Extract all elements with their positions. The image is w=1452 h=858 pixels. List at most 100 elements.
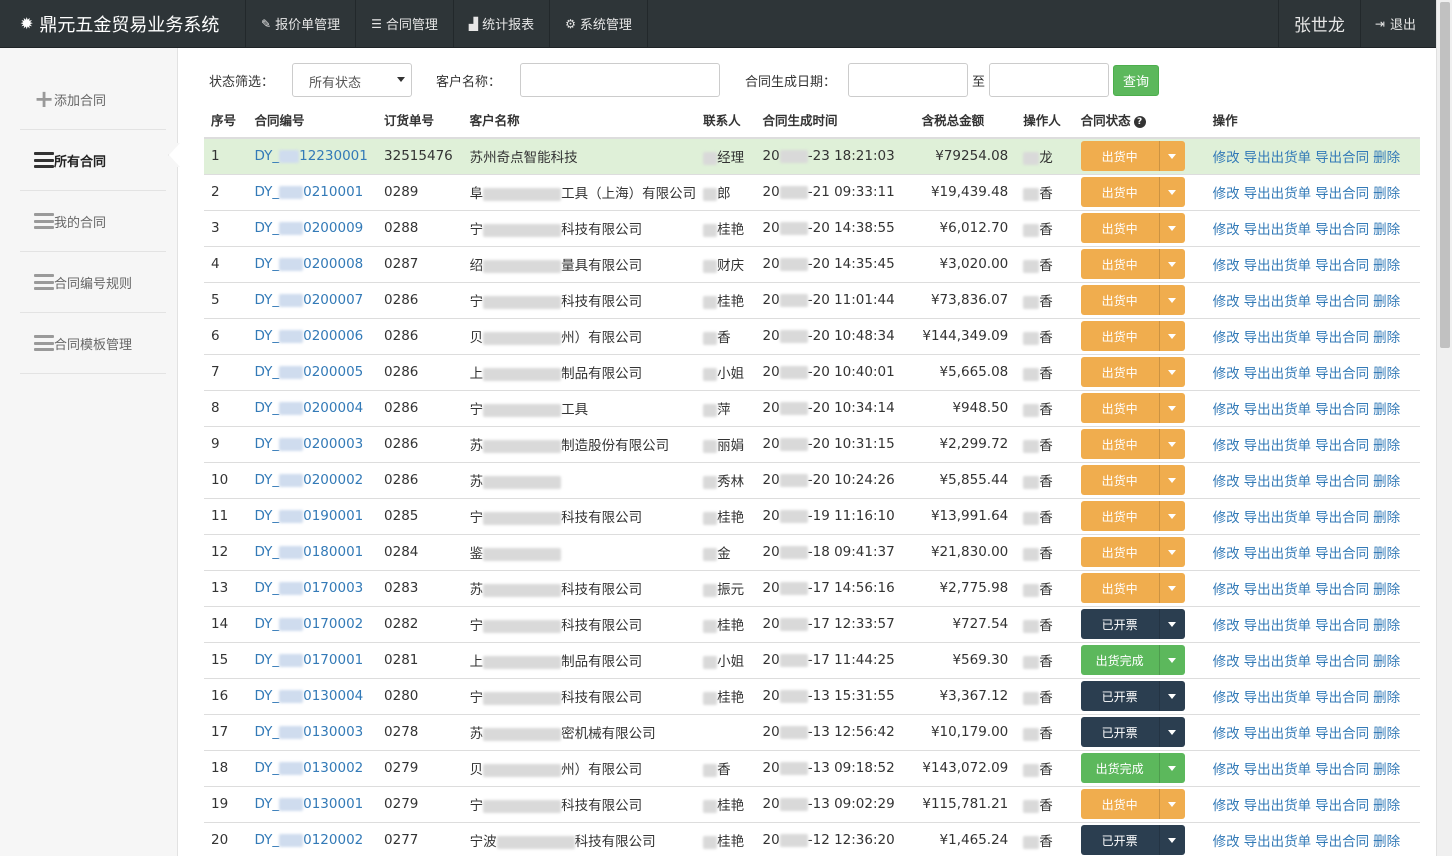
delete-link[interactable]: 删除: [1373, 762, 1400, 778]
export-delivery-link[interactable]: 导出出货单: [1244, 654, 1312, 670]
delete-link[interactable]: 删除: [1373, 834, 1400, 850]
export-delivery-link[interactable]: 导出出货单: [1244, 222, 1312, 238]
table-row[interactable]: 17 DY_ 0130003 0278 苏 密机械有限公司 20 -13 12:56:42 ¥1…: [204, 713, 1420, 750]
delete-link[interactable]: 删除: [1373, 618, 1400, 634]
cell-code[interactable]: DY_ 0190001: [247, 497, 378, 534]
contract-code-link[interactable]: DY_ 0130004: [254, 688, 363, 704]
table-row[interactable]: 19 DY_ 0130001 0279 宁 科技有限公司 桂艳 20 -13 09:02:29 ¥…: [204, 785, 1420, 822]
delete-link[interactable]: 删除: [1373, 366, 1400, 382]
table-row[interactable]: 14 DY_ 0170002 0282 宁 科技有限公司 桂艳 20 -17 12:33:57 ¥…: [204, 605, 1420, 642]
export-contract-link[interactable]: 导出合同: [1315, 294, 1369, 310]
nav-quotes[interactable]: ✎ 报价单管理: [246, 0, 357, 47]
caret-down-icon[interactable]: [1158, 429, 1185, 459]
delete-link[interactable]: 删除: [1373, 582, 1400, 598]
export-contract-link[interactable]: 导出合同: [1315, 798, 1369, 814]
table-row[interactable]: 18 DY_ 0130002 0279 贝 州）有限公司 香 20 -13 09:18:52 ¥1…: [204, 749, 1420, 786]
edit-link[interactable]: 修改: [1213, 834, 1240, 850]
edit-link[interactable]: 修改: [1213, 510, 1240, 526]
export-delivery-link[interactable]: 导出出货单: [1244, 510, 1312, 526]
cell-code[interactable]: DY_ 0170002: [247, 605, 378, 642]
delete-link[interactable]: 删除: [1373, 726, 1400, 742]
cell-code[interactable]: DY_ 0210001: [247, 173, 378, 210]
status-select[interactable]: 所有状态: [292, 63, 412, 97]
delete-link[interactable]: 删除: [1373, 654, 1400, 670]
edit-link[interactable]: 修改: [1213, 294, 1240, 310]
cell-code[interactable]: DY_ 0200003: [247, 425, 378, 462]
cell-code[interactable]: DY_ 0200005: [247, 353, 378, 390]
table-row[interactable]: 5 DY_ 0200007 0286 宁 科技有限公司 桂艳 20 -20 11:01:44 ¥7…: [204, 281, 1420, 318]
export-contract-link[interactable]: 导出合同: [1315, 366, 1369, 382]
status-dropdown-button[interactable]: 出货中: [1080, 465, 1185, 495]
caret-down-icon[interactable]: [1158, 393, 1185, 423]
caret-down-icon[interactable]: [1158, 609, 1185, 639]
table-row[interactable]: 20 DY_ 0120002 0277 宁波 科技有限公司 桂艳 20 -12 12:36:20…: [204, 821, 1420, 858]
contract-code-link[interactable]: DY_ 0120002: [254, 832, 363, 848]
status-dropdown-button[interactable]: 出货完成: [1080, 645, 1185, 675]
edit-link[interactable]: 修改: [1213, 402, 1240, 418]
table-row[interactable]: 12 DY_ 0180001 0284 鉴 金 20 -18 09:41:37 ¥21,830.…: [204, 533, 1420, 570]
cell-code[interactable]: DY_ 0200007: [247, 281, 378, 318]
status-dropdown-button[interactable]: 出货中: [1080, 213, 1185, 243]
cell-code[interactable]: DY_ 0180001: [247, 533, 378, 570]
status-dropdown-button[interactable]: 出货中: [1080, 429, 1185, 459]
nav-reports[interactable]: ▟ 统计报表: [454, 0, 551, 47]
export-delivery-link[interactable]: 导出出货单: [1244, 690, 1312, 706]
contract-code-link[interactable]: DY_ 0200007: [254, 292, 363, 308]
user-name[interactable]: 张世龙: [1277, 0, 1361, 47]
cell-code[interactable]: DY_ 0200002: [247, 461, 378, 498]
export-delivery-link[interactable]: 导出出货单: [1244, 330, 1312, 346]
status-dropdown-button[interactable]: 出货中: [1080, 285, 1185, 315]
table-row[interactable]: 2 DY_ 0210001 0289 阜 工具（上海）有限公司 郎 20 -21 09:33:1…: [204, 173, 1420, 210]
caret-down-icon[interactable]: [1158, 681, 1185, 711]
export-delivery-link[interactable]: 导出出货单: [1244, 582, 1312, 598]
sidebar-item-number-rules[interactable]: 合同编号规则: [20, 252, 166, 313]
edit-link[interactable]: 修改: [1213, 222, 1240, 238]
edit-link[interactable]: 修改: [1213, 150, 1240, 166]
contract-code-link[interactable]: DY_ 0130001: [254, 796, 363, 812]
sidebar-item-all-contracts[interactable]: 所有合同: [20, 130, 166, 191]
logout-button[interactable]: ⇥ 退出: [1361, 0, 1436, 47]
export-contract-link[interactable]: 导出合同: [1315, 762, 1369, 778]
query-button[interactable]: 查询: [1113, 65, 1159, 96]
export-delivery-link[interactable]: 导出出货单: [1244, 726, 1312, 742]
edit-link[interactable]: 修改: [1213, 618, 1240, 634]
export-contract-link[interactable]: 导出合同: [1315, 222, 1369, 238]
export-contract-link[interactable]: 导出合同: [1315, 402, 1369, 418]
export-contract-link[interactable]: 导出合同: [1315, 546, 1369, 562]
export-delivery-link[interactable]: 导出出货单: [1244, 762, 1312, 778]
delete-link[interactable]: 删除: [1373, 222, 1400, 238]
delete-link[interactable]: 删除: [1373, 474, 1400, 490]
edit-link[interactable]: 修改: [1213, 258, 1240, 274]
export-contract-link[interactable]: 导出合同: [1315, 654, 1369, 670]
date-to-input[interactable]: [989, 63, 1109, 97]
caret-down-icon[interactable]: [1158, 789, 1185, 819]
status-dropdown-button[interactable]: 出货中: [1080, 573, 1185, 603]
export-delivery-link[interactable]: 导出出货单: [1244, 474, 1312, 490]
export-contract-link[interactable]: 导出合同: [1315, 582, 1369, 598]
edit-link[interactable]: 修改: [1213, 366, 1240, 382]
cell-code[interactable]: DY_ 0120002: [247, 821, 378, 858]
export-delivery-link[interactable]: 导出出货单: [1244, 438, 1312, 454]
sidebar-item-add-contract[interactable]: + 添加合同: [20, 69, 166, 130]
cell-code[interactable]: DY_ 0170001: [247, 641, 378, 678]
caret-down-icon[interactable]: [1158, 717, 1185, 747]
status-dropdown-button[interactable]: 已开票: [1080, 825, 1185, 856]
delete-link[interactable]: 删除: [1373, 402, 1400, 418]
sidebar-item-my-contracts[interactable]: 我的合同: [20, 191, 166, 252]
caret-down-icon[interactable]: [1158, 465, 1185, 495]
edit-link[interactable]: 修改: [1213, 546, 1240, 562]
export-contract-link[interactable]: 导出合同: [1315, 834, 1369, 850]
cell-code[interactable]: DY_ 0200006: [247, 317, 378, 354]
delete-link[interactable]: 删除: [1373, 546, 1400, 562]
sidebar-item-templates[interactable]: 合同模板管理: [20, 313, 166, 374]
edit-link[interactable]: 修改: [1213, 654, 1240, 670]
edit-link[interactable]: 修改: [1213, 582, 1240, 598]
export-delivery-link[interactable]: 导出出货单: [1244, 150, 1312, 166]
caret-down-icon[interactable]: [1158, 141, 1185, 172]
contract-code-link[interactable]: DY_ 0200008: [254, 256, 363, 272]
caret-down-icon[interactable]: [1158, 537, 1185, 567]
contract-code-link[interactable]: DY_ 0200009: [254, 220, 363, 236]
edit-link[interactable]: 修改: [1213, 186, 1240, 202]
export-contract-link[interactable]: 导出合同: [1315, 150, 1369, 166]
contract-code-link[interactable]: DY_ 0200006: [254, 328, 363, 344]
